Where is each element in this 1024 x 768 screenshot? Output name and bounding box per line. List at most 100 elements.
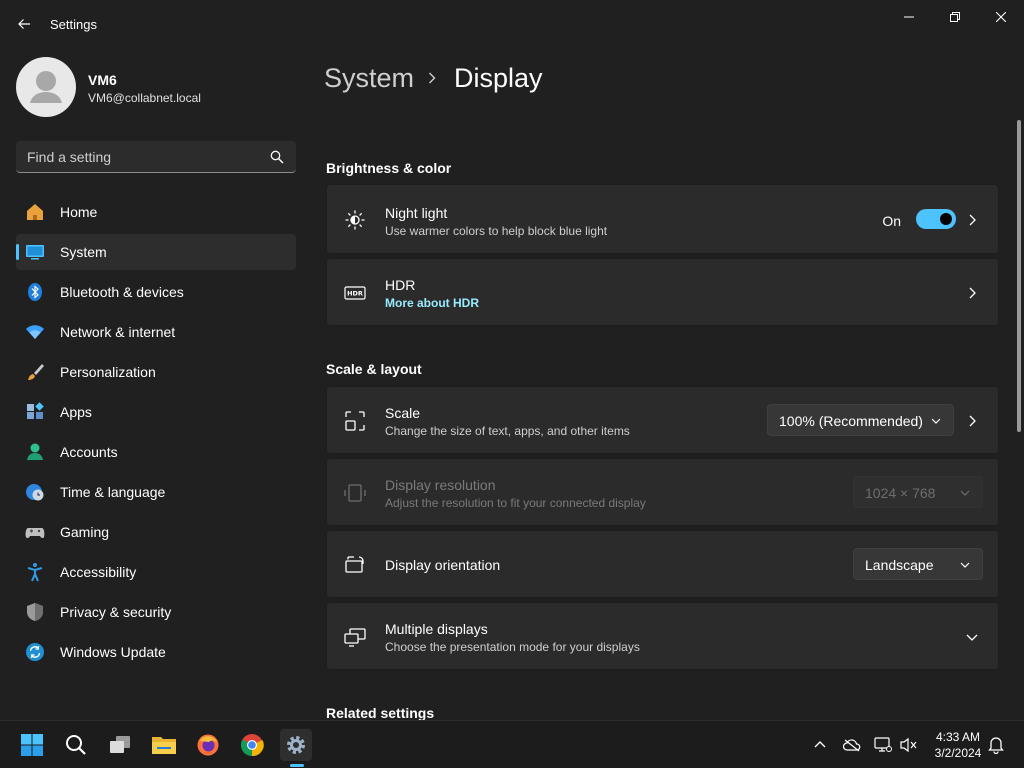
sidebar-item-label: Bluetooth & devices	[60, 284, 184, 300]
active-app-indicator	[290, 764, 304, 767]
more-about-hdr-link[interactable]: More about HDR	[385, 296, 479, 310]
chevron-down-icon[interactable]	[966, 631, 978, 643]
title-bar: Settings	[0, 0, 1024, 48]
sidebar-item-system[interactable]: System	[16, 234, 296, 270]
display-resolution-card: Display resolution Adjust the resolution…	[326, 458, 999, 526]
notifications-icon	[988, 737, 1004, 754]
gamepad-icon	[25, 528, 45, 539]
update-icon	[26, 643, 44, 661]
clock-time: 4:33 AM	[935, 730, 981, 744]
sidebar-item-gaming[interactable]: Gaming	[16, 514, 296, 550]
start-button[interactable]	[16, 729, 48, 761]
accessibility-icon	[27, 563, 43, 582]
bluetooth-icon	[28, 283, 42, 301]
night-light-subtitle: Use warmer colors to help block blue lig…	[385, 224, 608, 238]
multiple-displays-subtitle: Choose the presentation mode for your di…	[385, 640, 640, 654]
display-resolution-subtitle: Adjust the resolution to fit your connec…	[385, 496, 646, 510]
scale-subtitle: Change the size of text, apps, and other…	[385, 424, 630, 438]
multiple-displays-card[interactable]: Multiple displays Choose the presentatio…	[326, 602, 999, 670]
apps-icon	[27, 402, 44, 419]
minimize-icon	[904, 16, 914, 18]
breadcrumb: System Display	[324, 58, 543, 98]
scale-card[interactable]: Scale Change the size of text, apps, and…	[326, 386, 999, 454]
volume-tray-button[interactable]	[899, 735, 919, 755]
chevron-right-icon	[969, 287, 976, 299]
sidebar-item-personalization[interactable]: Personalization	[16, 354, 296, 390]
chrome-button[interactable]	[236, 729, 268, 761]
sidebar-item-accounts[interactable]: Accounts	[16, 434, 296, 470]
settings-taskbar-button[interactable]	[280, 729, 312, 761]
shield-icon	[27, 603, 43, 621]
wifi-icon	[26, 325, 44, 339]
sidebar-item-privacy[interactable]: Privacy & security	[16, 594, 296, 630]
sidebar-item-windows-update[interactable]: Windows Update	[16, 634, 296, 670]
sidebar-item-label: Time & language	[60, 484, 166, 500]
multiple-displays-icon	[344, 628, 366, 647]
page-title: Display	[454, 62, 543, 93]
toggle-knob	[940, 213, 952, 225]
back-button[interactable]	[12, 12, 36, 36]
onedrive-icon	[843, 739, 861, 752]
sidebar-item-time-language[interactable]: Time & language	[16, 474, 296, 510]
section-title-scale-layout: Scale & layout	[326, 361, 422, 377]
home-icon	[27, 204, 43, 220]
sidebar-item-network[interactable]: Network & internet	[16, 314, 296, 350]
sidebar-item-label: Network & internet	[60, 324, 176, 340]
search-icon	[270, 150, 284, 164]
onedrive-tray-button[interactable]	[842, 735, 862, 755]
orientation-icon	[345, 556, 364, 573]
sidebar-item-label: Gaming	[60, 524, 110, 540]
notifications-button[interactable]	[986, 735, 1006, 755]
search-icon	[66, 735, 86, 755]
section-title-related-settings: Related settings	[326, 705, 435, 721]
user-profile[interactable]: VM6 VM6@collabnet.local	[16, 57, 296, 117]
resolution-dropdown: 1024 × 768	[853, 476, 983, 508]
clock[interactable]: 4:33 AM 3/2/2024	[926, 729, 990, 761]
hdr-card[interactable]: HDR HDR More about HDR	[326, 258, 999, 326]
scrollbar-thumb[interactable]	[1017, 120, 1021, 432]
breadcrumb-system-link[interactable]: System	[324, 63, 414, 94]
sidebar-item-bluetooth[interactable]: Bluetooth & devices	[16, 274, 296, 310]
sidebar-item-label: Apps	[60, 404, 92, 420]
sidebar-item-apps[interactable]: Apps	[16, 394, 296, 430]
restore-button[interactable]	[932, 6, 978, 28]
scale-dropdown-value: 100% (Recommended)	[779, 413, 923, 429]
night-light-toggle-label: On	[882, 213, 901, 229]
firefox-icon	[197, 734, 219, 756]
chevron-up-icon	[814, 741, 826, 748]
sidebar-item-label: Accounts	[60, 444, 118, 460]
show-hidden-icons-button[interactable]	[810, 735, 830, 755]
chrome-icon	[241, 734, 264, 757]
sidebar-item-label: Accessibility	[60, 564, 137, 580]
settings-icon	[287, 736, 305, 754]
chevron-down-icon	[960, 490, 970, 496]
file-explorer-button[interactable]	[148, 729, 180, 761]
user-name: VM6	[88, 72, 117, 88]
scale-title: Scale	[385, 405, 421, 421]
orientation-dropdown[interactable]: Landscape	[853, 548, 983, 580]
start-icon	[21, 734, 43, 756]
sidebar-item-label: Home	[60, 204, 98, 220]
taskbar: 4:33 AM 3/2/2024	[0, 720, 1024, 768]
close-icon	[996, 12, 1006, 22]
sidebar-item-home[interactable]: Home	[16, 194, 296, 230]
close-button[interactable]	[978, 6, 1024, 28]
night-light-toggle[interactable]	[916, 209, 956, 229]
avatar-person-icon	[30, 71, 62, 103]
resolution-icon	[344, 484, 366, 502]
scale-dropdown[interactable]: 100% (Recommended)	[767, 404, 954, 436]
firefox-button[interactable]	[192, 729, 224, 761]
taskbar-search-button[interactable]	[60, 729, 92, 761]
multiple-displays-title: Multiple displays	[385, 621, 488, 637]
user-email: VM6@collabnet.local	[88, 91, 201, 105]
search-input[interactable]: Find a setting	[16, 141, 296, 173]
minimize-button[interactable]	[886, 6, 932, 28]
breadcrumb-chevron-icon	[428, 72, 440, 84]
network-tray-button[interactable]	[873, 735, 893, 755]
section-title-brightness: Brightness & color	[326, 160, 452, 176]
night-light-card[interactable]: Night light Use warmer colors to help bl…	[326, 184, 999, 254]
task-view-button[interactable]	[104, 729, 136, 761]
sidebar-item-accessibility[interactable]: Accessibility	[16, 554, 296, 590]
display-orientation-card[interactable]: Display orientation Landscape	[326, 530, 999, 598]
sidebar-item-label: Windows Update	[60, 644, 166, 660]
